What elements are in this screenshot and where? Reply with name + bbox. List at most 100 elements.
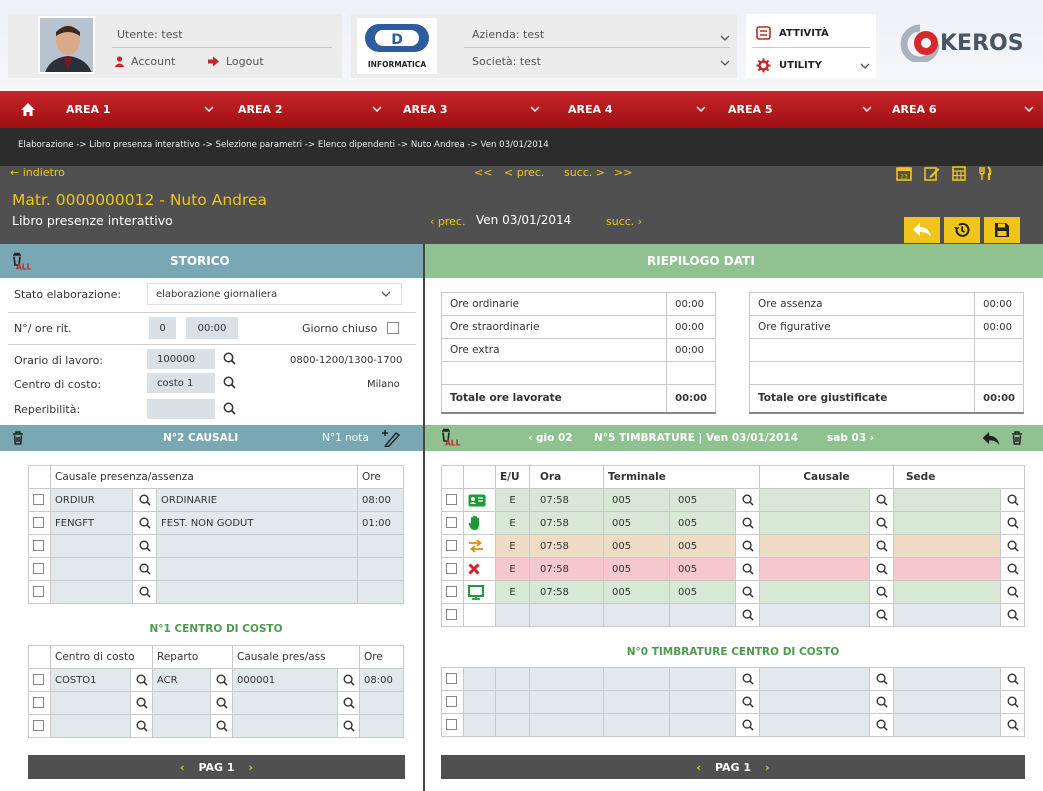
- lookup-cell[interactable]: [337, 691, 360, 715]
- terminale-value[interactable]: [669, 603, 736, 627]
- terminale-value[interactable]: 005: [603, 557, 670, 581]
- lookup-cell[interactable]: [1000, 690, 1025, 714]
- pen-plus-icon[interactable]: [381, 429, 401, 447]
- causale-ore[interactable]: [357, 534, 404, 558]
- row-checkbox[interactable]: [446, 563, 457, 575]
- reparto-value[interactable]: [152, 714, 211, 738]
- lookup-cell[interactable]: [1000, 511, 1025, 535]
- attivita-menu[interactable]: ATTIVITÀ: [756, 26, 829, 40]
- centro-input[interactable]: costo 1: [147, 373, 215, 393]
- reparto-value[interactable]: ACR: [152, 668, 211, 692]
- type-icon-cell[interactable]: [463, 557, 496, 581]
- causale-value[interactable]: [759, 488, 870, 512]
- undo-button[interactable]: [904, 217, 940, 243]
- nav-area-4[interactable]: AREA 4: [568, 91, 613, 128]
- lookup-cell[interactable]: [869, 690, 894, 714]
- ore-rit-time[interactable]: 00:00: [186, 317, 238, 339]
- orario-input[interactable]: 100000: [147, 349, 215, 369]
- terminale-value[interactable]: 005: [669, 557, 736, 581]
- lookup-cell[interactable]: [132, 488, 157, 512]
- chevron-down-icon[interactable]: [720, 33, 730, 43]
- row-checkbox[interactable]: [33, 586, 44, 598]
- terminale-value[interactable]: 005: [669, 580, 736, 604]
- lookup-cell[interactable]: [1000, 713, 1025, 737]
- causale-value[interactable]: 000001: [232, 668, 338, 692]
- sede-value[interactable]: [893, 557, 1001, 581]
- causale-code[interactable]: ORDIUR: [50, 488, 133, 512]
- lookup-cell[interactable]: [132, 580, 157, 604]
- lookup-cell[interactable]: [735, 488, 760, 512]
- lookup-cell[interactable]: [130, 668, 153, 692]
- lookup-cell[interactable]: [130, 691, 153, 715]
- lookup-cell[interactable]: [1000, 488, 1025, 512]
- giorno-chiuso-checkbox[interactable]: [387, 322, 399, 334]
- sede-value[interactable]: [893, 511, 1001, 535]
- ora-value[interactable]: 07:58: [529, 488, 604, 512]
- nota-label[interactable]: N°1 nota: [322, 432, 369, 444]
- nav-area-6[interactable]: AREA 6: [892, 91, 937, 128]
- eu-value[interactable]: E: [495, 557, 530, 581]
- pager-prev[interactable]: ‹: [696, 761, 701, 774]
- terminale-value[interactable]: 005: [603, 534, 670, 558]
- lookup-cell[interactable]: [735, 603, 760, 627]
- next-day-link[interactable]: sab 03 ›: [827, 432, 874, 444]
- lookup-cell[interactable]: [210, 691, 233, 715]
- chevron-down-icon[interactable]: [720, 58, 730, 68]
- causale-value[interactable]: [759, 603, 870, 627]
- causale-ore[interactable]: [357, 580, 404, 604]
- calendar-icon[interactable]: 23: [896, 166, 912, 181]
- terminale-value[interactable]: 005: [669, 488, 736, 512]
- lookup-cell[interactable]: [1000, 534, 1025, 558]
- save-button[interactable]: [984, 217, 1020, 243]
- edit-icon[interactable]: [924, 166, 940, 181]
- terminale-value[interactable]: 005: [669, 534, 736, 558]
- causale-ore[interactable]: 01:00: [357, 511, 404, 535]
- sede-value[interactable]: [893, 603, 1001, 627]
- ore-value[interactable]: 08:00: [359, 668, 404, 692]
- lookup-cell[interactable]: [1000, 603, 1025, 627]
- lookup-cell[interactable]: [1000, 557, 1025, 581]
- row-checkbox[interactable]: [446, 494, 457, 506]
- terminale-value[interactable]: 005: [603, 511, 670, 535]
- lookup-cell[interactable]: [735, 511, 760, 535]
- lookup-cell[interactable]: [210, 714, 233, 738]
- sede-value[interactable]: [893, 580, 1001, 604]
- nav-area-3[interactable]: AREA 3: [403, 91, 448, 128]
- terminale-value[interactable]: [603, 603, 670, 627]
- row-checkbox[interactable]: [33, 720, 44, 732]
- lookup-cell[interactable]: [132, 511, 157, 535]
- row-checkbox[interactable]: [33, 674, 44, 686]
- logout-link[interactable]: Logout: [208, 55, 264, 68]
- row-checkbox[interactable]: [446, 540, 457, 552]
- account-link[interactable]: Account: [114, 55, 175, 68]
- lookup-cell[interactable]: [1000, 580, 1025, 604]
- nav-area-1[interactable]: AREA 1: [66, 91, 111, 128]
- eu-value[interactable]: E: [495, 580, 530, 604]
- lookup-cell[interactable]: [869, 557, 894, 581]
- centro-value[interactable]: [50, 714, 131, 738]
- lookup-cell[interactable]: [869, 713, 894, 737]
- ore-value[interactable]: [359, 714, 404, 738]
- day-prev-link[interactable]: ‹ prec.: [430, 215, 465, 228]
- ore-value[interactable]: [359, 691, 404, 715]
- row-checkbox[interactable]: [33, 540, 44, 552]
- chevron-down-icon[interactable]: [860, 61, 870, 71]
- stato-select[interactable]: elaborazione giornaliera: [147, 283, 402, 305]
- reply-icon[interactable]: [981, 431, 1001, 446]
- causale-value[interactable]: [759, 580, 870, 604]
- row-checkbox[interactable]: [33, 563, 44, 575]
- causale-value[interactable]: [759, 534, 870, 558]
- reper-input[interactable]: [147, 399, 215, 419]
- sede-value[interactable]: [893, 488, 1001, 512]
- lookup-cell[interactable]: [130, 714, 153, 738]
- row-checkbox[interactable]: [33, 494, 44, 506]
- home-button[interactable]: [20, 91, 36, 128]
- causale-code[interactable]: [50, 557, 133, 581]
- ora-value[interactable]: 07:58: [529, 534, 604, 558]
- terminale-value[interactable]: 005: [669, 511, 736, 535]
- type-icon-cell[interactable]: [463, 603, 496, 627]
- causale-code[interactable]: FENGFT: [50, 511, 133, 535]
- ora-value[interactable]: [529, 603, 604, 627]
- lookup-cell[interactable]: [735, 667, 760, 691]
- lookup-cell[interactable]: [869, 488, 894, 512]
